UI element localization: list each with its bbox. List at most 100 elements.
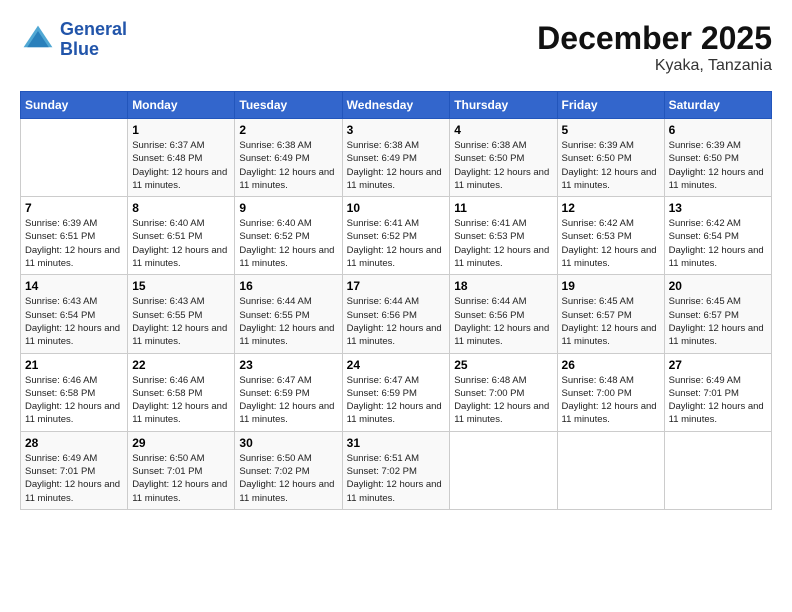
day-number: 18 <box>454 279 552 293</box>
header-row: SundayMondayTuesdayWednesdayThursdayFrid… <box>21 92 772 119</box>
day-info: Sunrise: 6:49 AMSunset: 7:01 PMDaylight:… <box>25 452 123 505</box>
day-info: Sunrise: 6:44 AMSunset: 6:55 PMDaylight:… <box>239 295 337 348</box>
day-cell: 3Sunrise: 6:38 AMSunset: 6:49 PMDaylight… <box>342 119 450 197</box>
day-info: Sunrise: 6:39 AMSunset: 6:50 PMDaylight:… <box>669 139 767 192</box>
day-number: 22 <box>132 358 230 372</box>
day-info: Sunrise: 6:46 AMSunset: 6:58 PMDaylight:… <box>25 374 123 427</box>
day-cell: 1Sunrise: 6:37 AMSunset: 6:48 PMDaylight… <box>128 119 235 197</box>
day-cell: 6Sunrise: 6:39 AMSunset: 6:50 PMDaylight… <box>664 119 771 197</box>
day-cell: 9Sunrise: 6:40 AMSunset: 6:52 PMDaylight… <box>235 197 342 275</box>
weekday-header-tuesday: Tuesday <box>235 92 342 119</box>
day-number: 17 <box>347 279 446 293</box>
day-info: Sunrise: 6:46 AMSunset: 6:58 PMDaylight:… <box>132 374 230 427</box>
day-cell: 18 Sunrise: 6:44 AMSunset: 6:56 PMDayligh… <box>450 275 557 353</box>
day-cell <box>450 431 557 509</box>
day-number: 15 <box>132 279 230 293</box>
day-number: 4 <box>454 123 552 137</box>
day-info: Sunrise: 6:40 AMSunset: 6:51 PMDaylight:… <box>132 217 230 270</box>
day-number: 24 <box>347 358 446 372</box>
calendar-table: SundayMondayTuesdayWednesdayThursdayFrid… <box>20 91 772 510</box>
day-info: Sunrise: 6:50 AMSunset: 7:01 PMDaylight:… <box>132 452 230 505</box>
day-info: Sunrise: 6:50 AMSunset: 7:02 PMDaylight:… <box>239 452 337 505</box>
logo: General Blue <box>20 20 127 60</box>
day-info: Sunrise: 6:43 AMSunset: 6:54 PMDaylight:… <box>25 295 123 348</box>
day-cell: 8Sunrise: 6:40 AMSunset: 6:51 PMDaylight… <box>128 197 235 275</box>
day-cell: 28 Sunrise: 6:49 AMSunset: 7:01 PMDayligh… <box>21 431 128 509</box>
weekday-header-sunday: Sunday <box>21 92 128 119</box>
day-number: 27 <box>669 358 767 372</box>
week-row-4: 21Sunrise: 6:46 AMSunset: 6:58 PMDayligh… <box>21 353 772 431</box>
weekday-header-monday: Monday <box>128 92 235 119</box>
calendar-body: 1Sunrise: 6:37 AMSunset: 6:48 PMDaylight… <box>21 119 772 510</box>
day-number: 5 <box>562 123 660 137</box>
day-cell: 27 Sunrise: 6:49 AMSunset: 7:01 PMDayligh… <box>664 353 771 431</box>
week-row-1: 1Sunrise: 6:37 AMSunset: 6:48 PMDaylight… <box>21 119 772 197</box>
day-number: 29 <box>132 436 230 450</box>
day-number: 25 <box>454 358 552 372</box>
day-info: Sunrise: 6:45 AMSunset: 6:57 PMDaylight:… <box>669 295 767 348</box>
week-row-2: 7 Sunrise: 6:39 AMSunset: 6:51 PMDaylight… <box>21 197 772 275</box>
weekday-header-friday: Friday <box>557 92 664 119</box>
day-cell: 5 Sunrise: 6:39 AMSunset: 6:50 PMDaylight… <box>557 119 664 197</box>
day-cell: 11 Sunrise: 6:41 AMSunset: 6:53 PMDayligh… <box>450 197 557 275</box>
day-info: Sunrise: 6:42 AMSunset: 6:53 PMDaylight:… <box>562 217 660 270</box>
day-cell <box>664 431 771 509</box>
page-header: General Blue December 2025 Kyaka, Tanzan… <box>20 20 772 75</box>
day-cell: 4 Sunrise: 6:38 AMSunset: 6:50 PMDaylight… <box>450 119 557 197</box>
day-cell: 30 Sunrise: 6:50 AMSunset: 7:02 PMDayligh… <box>235 431 342 509</box>
day-info: Sunrise: 6:39 AMSunset: 6:51 PMDaylight:… <box>25 217 123 270</box>
day-info: Sunrise: 6:41 AMSunset: 6:52 PMDaylight:… <box>347 217 446 270</box>
day-info: Sunrise: 6:41 AMSunset: 6:53 PMDaylight:… <box>454 217 552 270</box>
day-number: 28 <box>25 436 123 450</box>
day-number: 23 <box>239 358 337 372</box>
logo-text: General Blue <box>60 20 127 60</box>
day-info: Sunrise: 6:43 AMSunset: 6:55 PMDaylight:… <box>132 295 230 348</box>
day-cell <box>557 431 664 509</box>
day-info: Sunrise: 6:38 AMSunset: 6:50 PMDaylight:… <box>454 139 552 192</box>
day-number: 1 <box>132 123 230 137</box>
day-number: 7 <box>25 201 123 215</box>
weekday-header-thursday: Thursday <box>450 92 557 119</box>
day-number: 14 <box>25 279 123 293</box>
weekday-header-saturday: Saturday <box>664 92 771 119</box>
day-info: Sunrise: 6:48 AMSunset: 7:00 PMDaylight:… <box>562 374 660 427</box>
day-number: 31 <box>347 436 446 450</box>
day-cell: 19Sunrise: 6:45 AMSunset: 6:57 PMDayligh… <box>557 275 664 353</box>
day-info: Sunrise: 6:42 AMSunset: 6:54 PMDaylight:… <box>669 217 767 270</box>
day-cell <box>21 119 128 197</box>
week-row-3: 14 Sunrise: 6:43 AMSunset: 6:54 PMDayligh… <box>21 275 772 353</box>
day-number: 9 <box>239 201 337 215</box>
day-cell: 21Sunrise: 6:46 AMSunset: 6:58 PMDayligh… <box>21 353 128 431</box>
day-cell: 7 Sunrise: 6:39 AMSunset: 6:51 PMDaylight… <box>21 197 128 275</box>
day-number: 13 <box>669 201 767 215</box>
day-info: Sunrise: 6:38 AMSunset: 6:49 PMDaylight:… <box>239 139 337 192</box>
day-cell: 15 Sunrise: 6:43 AMSunset: 6:55 PMDayligh… <box>128 275 235 353</box>
day-info: Sunrise: 6:39 AMSunset: 6:50 PMDaylight:… <box>562 139 660 192</box>
day-number: 16 <box>239 279 337 293</box>
month-year: December 2025 <box>537 20 772 57</box>
day-info: Sunrise: 6:44 AMSunset: 6:56 PMDaylight:… <box>347 295 446 348</box>
day-cell: 10Sunrise: 6:41 AMSunset: 6:52 PMDayligh… <box>342 197 450 275</box>
day-info: Sunrise: 6:49 AMSunset: 7:01 PMDaylight:… <box>669 374 767 427</box>
day-number: 2 <box>239 123 337 137</box>
calendar-header: SundayMondayTuesdayWednesdayThursdayFrid… <box>21 92 772 119</box>
day-cell: 20Sunrise: 6:45 AMSunset: 6:57 PMDayligh… <box>664 275 771 353</box>
day-info: Sunrise: 6:47 AMSunset: 6:59 PMDaylight:… <box>239 374 337 427</box>
day-cell: 26 Sunrise: 6:48 AMSunset: 7:00 PMDayligh… <box>557 353 664 431</box>
day-info: Sunrise: 6:44 AMSunset: 6:56 PMDaylight:… <box>454 295 552 348</box>
day-number: 12 <box>562 201 660 215</box>
weekday-header-wednesday: Wednesday <box>342 92 450 119</box>
day-cell: 12 Sunrise: 6:42 AMSunset: 6:53 PMDayligh… <box>557 197 664 275</box>
day-cell: 23 Sunrise: 6:47 AMSunset: 6:59 PMDayligh… <box>235 353 342 431</box>
day-info: Sunrise: 6:48 AMSunset: 7:00 PMDaylight:… <box>454 374 552 427</box>
day-number: 19 <box>562 279 660 293</box>
day-number: 11 <box>454 201 552 215</box>
day-cell: 17 Sunrise: 6:44 AMSunset: 6:56 PMDayligh… <box>342 275 450 353</box>
day-cell: 13 Sunrise: 6:42 AMSunset: 6:54 PMDayligh… <box>664 197 771 275</box>
day-number: 26 <box>562 358 660 372</box>
logo-icon <box>20 22 56 58</box>
day-number: 30 <box>239 436 337 450</box>
day-cell: 14 Sunrise: 6:43 AMSunset: 6:54 PMDayligh… <box>21 275 128 353</box>
day-info: Sunrise: 6:38 AMSunset: 6:49 PMDaylight:… <box>347 139 446 192</box>
day-info: Sunrise: 6:51 AMSunset: 7:02 PMDaylight:… <box>347 452 446 505</box>
